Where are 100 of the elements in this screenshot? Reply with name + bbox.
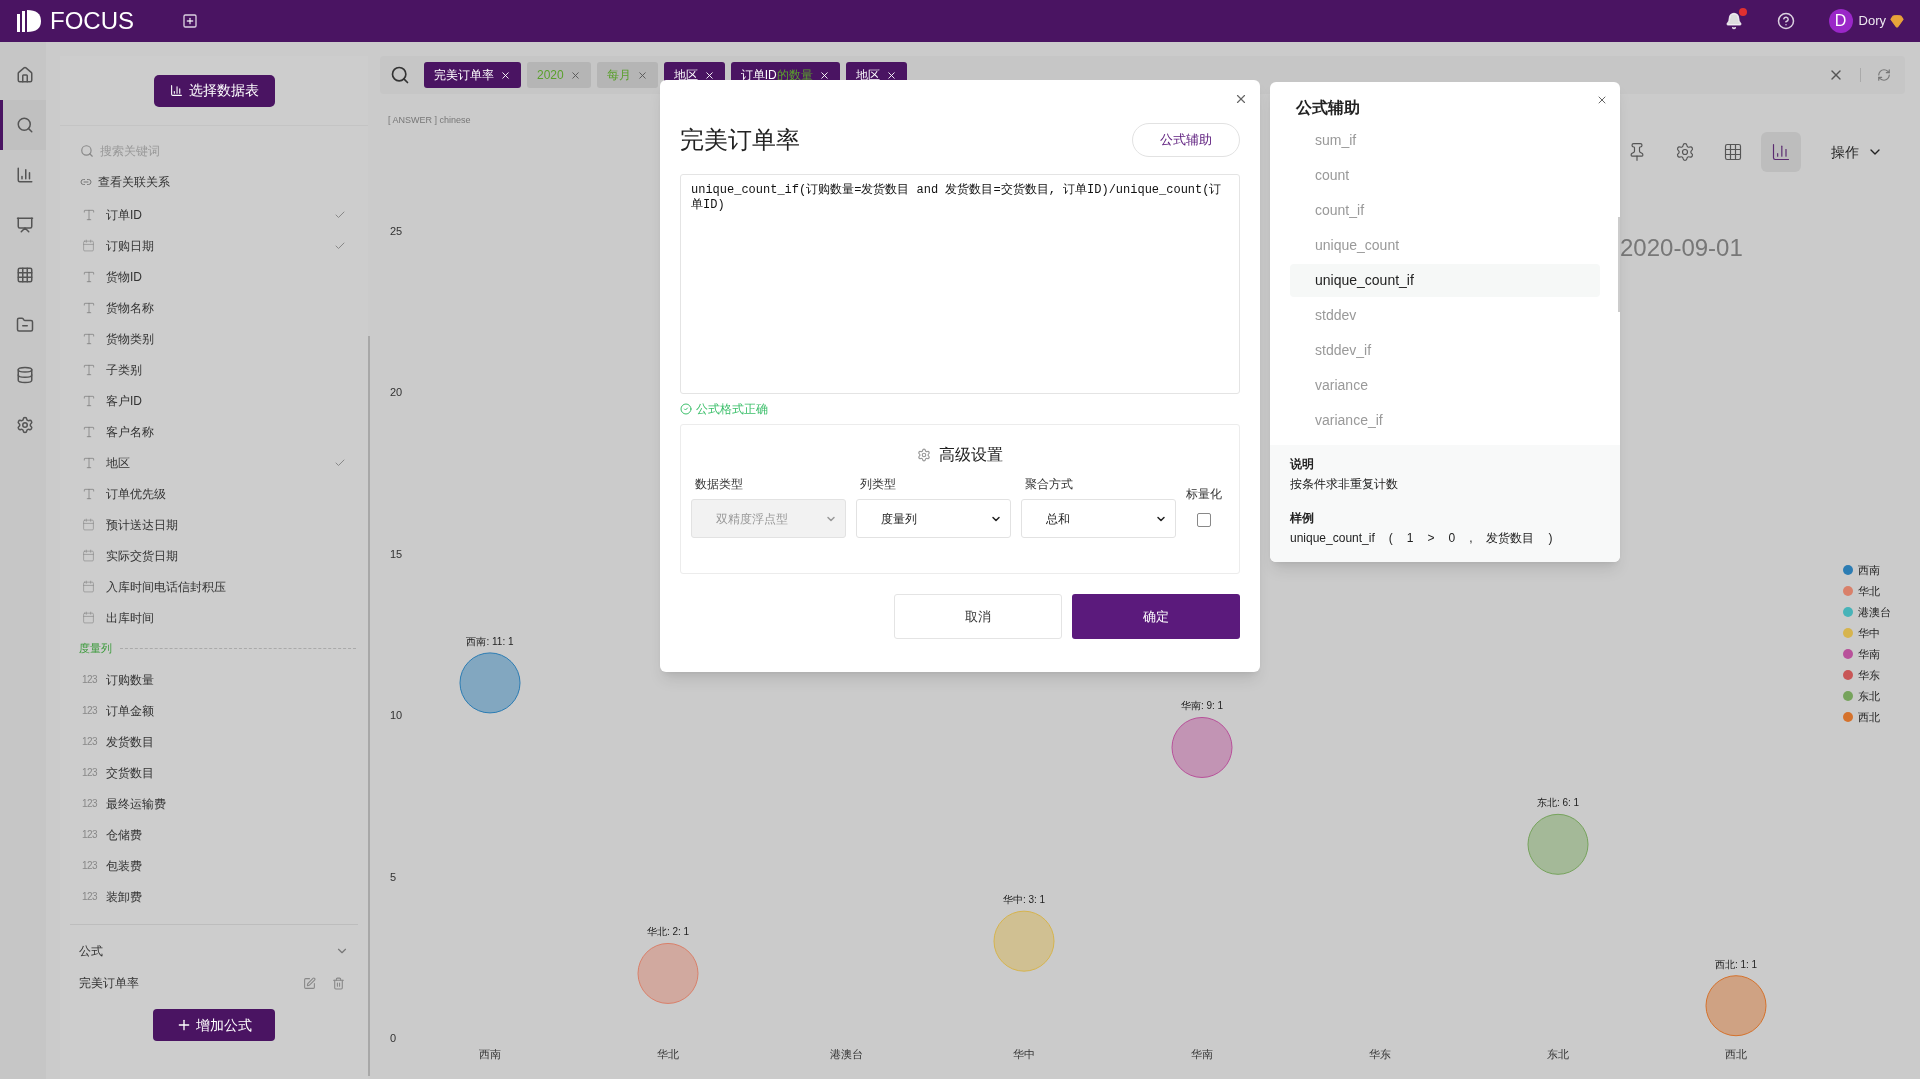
checkbox[interactable] xyxy=(1197,513,1211,527)
column-item[interactable]: 实际交货日期 xyxy=(60,540,368,571)
data-label: 东北: 6: 1 xyxy=(1536,797,1580,809)
add-tab-icon[interactable] xyxy=(182,13,198,29)
column-item[interactable]: 客户ID xyxy=(60,385,368,416)
formula-section-header[interactable]: 公式 xyxy=(79,941,349,961)
legend-label[interactable]: 东北 xyxy=(1858,690,1880,702)
user-avatar[interactable]: D xyxy=(1828,9,1853,33)
legend-label[interactable]: 西南 xyxy=(1858,564,1880,576)
column-item[interactable]: 123 发货数目 xyxy=(60,726,368,757)
remove-icon[interactable] xyxy=(885,69,897,81)
column-item[interactable]: 123 交货数目 xyxy=(60,757,368,788)
search-tag[interactable]: 完美订单率 xyxy=(424,62,521,88)
calendar-icon xyxy=(82,611,95,624)
formula-item[interactable]: 完美订单率 xyxy=(79,974,303,992)
number-type-label: 123 xyxy=(82,766,98,780)
example-token: 发货数目 xyxy=(1486,530,1535,547)
bubble xyxy=(637,942,699,1004)
legend-label[interactable]: 华中 xyxy=(1858,627,1880,639)
column-item[interactable]: 入库时间电话信封积压 xyxy=(60,571,368,602)
column-item[interactable]: 123 订购数量 xyxy=(60,664,368,695)
column-item[interactable]: 123 最终运输费 xyxy=(60,788,368,819)
confirm-button[interactable]: 确定 xyxy=(1072,594,1240,639)
legend-label[interactable]: 西北 xyxy=(1858,711,1880,723)
data-label: 华南: 9: 1 xyxy=(1180,700,1224,712)
presentation-board-icon xyxy=(15,216,34,234)
diamond-icon xyxy=(1890,14,1904,28)
settings-icon xyxy=(917,448,931,462)
text-type-icon xyxy=(82,455,96,470)
actions-dropdown[interactable]: 操作 xyxy=(1831,141,1883,163)
number-type-label: 123 xyxy=(82,797,98,811)
number-type-label: 123 xyxy=(82,859,98,873)
scrollbar[interactable] xyxy=(1618,217,1620,312)
bubble xyxy=(1705,975,1767,1037)
scrollbar[interactable] xyxy=(368,336,370,1076)
section-heading: 度量列 xyxy=(79,641,112,657)
text-type-icon xyxy=(82,269,96,284)
column-item[interactable]: 123 包装费 xyxy=(60,850,368,881)
dropdown-select[interactable]: 总和 xyxy=(1021,499,1176,538)
toolbar-button[interactable] xyxy=(1761,132,1801,172)
number-type-label: 123 xyxy=(82,735,98,749)
column-item[interactable]: 地区 xyxy=(60,447,368,478)
remove-icon[interactable] xyxy=(703,69,715,81)
bar-chart-icon xyxy=(15,166,34,184)
calendar-icon xyxy=(82,549,95,562)
chart-title: 2020-09-01 xyxy=(1620,234,1743,261)
example-token: ( xyxy=(1388,530,1393,547)
x-tick-label: 东北 xyxy=(1547,1048,1569,1060)
data-label: 华中: 3: 1 xyxy=(1002,894,1046,906)
legend-label[interactable]: 华南 xyxy=(1858,648,1880,660)
column-item[interactable]: 订单优先级 xyxy=(60,478,368,509)
column-item[interactable]: 子类别 xyxy=(60,354,368,385)
number-type-label: 123 xyxy=(82,828,98,842)
advanced-settings-title: 高级设置 xyxy=(939,445,1003,465)
column-item[interactable]: 货物类别 xyxy=(60,323,368,354)
bubble xyxy=(459,652,521,714)
search-icon xyxy=(80,144,94,158)
number-type-label: 123 xyxy=(82,890,98,904)
close-icon[interactable] xyxy=(1596,94,1608,106)
column-item[interactable]: 订购日期 xyxy=(60,230,368,261)
refresh-icon[interactable] xyxy=(1877,68,1891,82)
user-name[interactable]: Dory xyxy=(1858,11,1886,31)
column-item[interactable]: 出库时间 xyxy=(60,602,368,633)
calendar-icon xyxy=(82,518,95,531)
column-item[interactable]: 货物名称 xyxy=(60,292,368,323)
close-icon[interactable] xyxy=(1234,92,1248,106)
column-item[interactable]: 货物ID xyxy=(60,261,368,292)
column-item[interactable]: 客户名称 xyxy=(60,416,368,447)
legend-label[interactable]: 华北 xyxy=(1858,585,1880,597)
remove-icon[interactable] xyxy=(500,69,511,81)
link-icon xyxy=(80,176,92,188)
column-item[interactable]: 123 装卸费 xyxy=(60,881,368,912)
grid-icon xyxy=(15,266,34,284)
legend-label[interactable]: 华东 xyxy=(1858,669,1880,681)
example-token: 0 xyxy=(1448,530,1456,547)
column-item[interactable]: 订单ID xyxy=(60,199,368,230)
help-icon[interactable] xyxy=(1776,12,1795,30)
column-item[interactable]: 123 订单金额 xyxy=(60,695,368,726)
view-relations-link[interactable]: 查看关联关系 xyxy=(80,168,348,196)
x-tick-label: 华北 xyxy=(657,1048,679,1060)
cancel-button[interactable]: 取消 xyxy=(894,594,1062,639)
legend-label[interactable]: 港澳台 xyxy=(1858,606,1891,618)
add-formula-button[interactable]: 增加公式 xyxy=(153,1009,275,1041)
column-item[interactable]: 123 仓储费 xyxy=(60,819,368,850)
description-text: 按条件求非重复计数 xyxy=(1290,476,1399,493)
validation-message: 公式格式正确 xyxy=(680,400,1240,418)
function-item[interactable]: unique_count_if xyxy=(1290,264,1600,297)
remove-icon[interactable] xyxy=(818,69,830,81)
search-icon[interactable] xyxy=(390,65,410,85)
column-item[interactable]: 预计送达日期 xyxy=(60,509,368,540)
y-tick-label: 25 xyxy=(390,225,403,237)
settings-icon xyxy=(15,416,34,434)
formula-input[interactable]: unique_count_if(订购数量=发货数目 and 发货数目=交货数目, 订单ID)/unique_count(订单ID) xyxy=(680,174,1240,394)
dropdown-select[interactable]: 度量列 xyxy=(856,499,1011,538)
select-table-button[interactable]: 选择数据表 xyxy=(153,74,275,107)
x-tick-label: 华中 xyxy=(1013,1048,1035,1060)
y-tick-label: 10 xyxy=(390,709,403,722)
bar-chart-icon xyxy=(169,84,183,97)
text-type-icon xyxy=(82,331,96,346)
data-label: 西南: 11: 1 xyxy=(466,635,514,647)
